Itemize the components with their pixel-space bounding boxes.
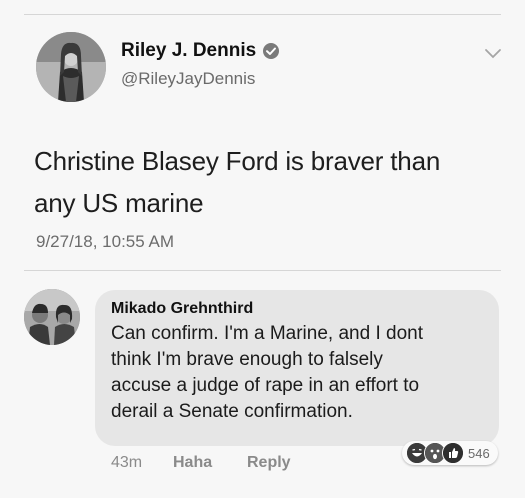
like-reaction-icon xyxy=(442,442,464,464)
reaction-summary[interactable]: 546 xyxy=(402,441,498,465)
comment-time[interactable]: 43m xyxy=(111,454,173,472)
reply-button[interactable]: Reply xyxy=(247,454,291,472)
tweet-author-name[interactable]: Riley J. Dennis xyxy=(121,40,256,62)
verified-badge-icon xyxy=(263,43,280,59)
tweet-author-row: Riley J. Dennis xyxy=(121,40,280,62)
tweet-text-line: Christine Blasey Ford is braver than xyxy=(34,146,441,176)
haha-button[interactable]: Haha xyxy=(173,454,247,472)
chevron-down-icon[interactable] xyxy=(484,48,502,60)
avatar-image xyxy=(36,32,106,102)
tweet-author-avatar[interactable] xyxy=(36,32,106,102)
comment-actions: 43m Haha Reply xyxy=(111,454,291,472)
tweet-timestamp[interactable]: 9/27/18, 10:55 AM xyxy=(36,232,174,252)
comment-bubble: Mikado Grehnthird Can confirm. I'm a Mar… xyxy=(95,290,499,446)
tweet-author-handle[interactable]: @RileyJayDennis xyxy=(121,69,255,89)
reaction-count: 546 xyxy=(468,445,490,461)
comment-text-line: accuse a judge of rape in an effort to xyxy=(111,375,420,396)
commenter-avatar[interactable] xyxy=(24,289,80,345)
comment-text-line: Can confirm. I'm a Marine, and I dont xyxy=(111,323,423,344)
comment-text-line: think I'm brave enough to falsely xyxy=(111,349,383,370)
avatar-image xyxy=(24,289,80,345)
comment-text: Can confirm. I'm a Marine, and I dont th… xyxy=(111,321,483,425)
middle-divider xyxy=(24,270,501,271)
tweet-text-line: any US marine xyxy=(34,188,204,218)
comment-text-line: derail a Senate confirmation. xyxy=(111,401,353,422)
tweet-text: Christine Blasey Ford is braver than any… xyxy=(34,140,494,224)
comment-author-name[interactable]: Mikado Grehnthird xyxy=(111,300,483,318)
top-divider xyxy=(24,14,501,15)
